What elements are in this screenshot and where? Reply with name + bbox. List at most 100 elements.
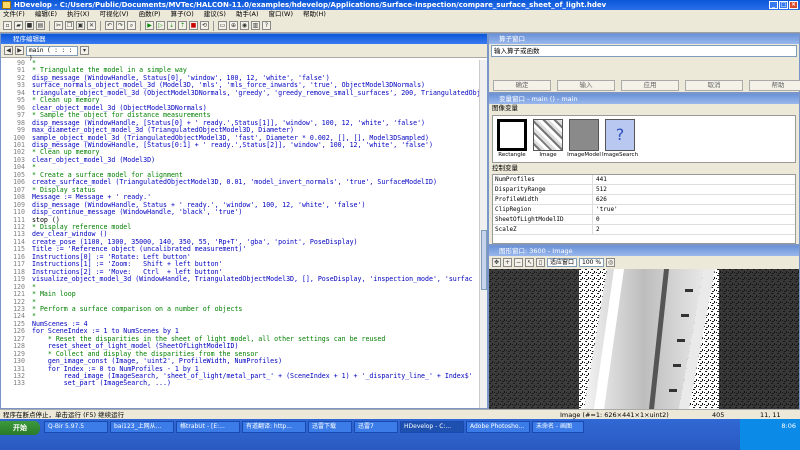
help-icon[interactable]: ?	[262, 21, 271, 30]
ctrl-var-row[interactable]: ProfileWidth 626	[493, 195, 795, 205]
delete-icon[interactable]: ✕	[87, 21, 96, 30]
move-icon[interactable]: ✥	[492, 258, 501, 267]
code-line[interactable]: 123 * Perform a surface comparison on a n…	[1, 305, 479, 313]
step-over-icon[interactable]: ▷	[156, 21, 165, 30]
run-icon[interactable]: ▶	[145, 21, 154, 30]
code-area[interactable]: 90 * 91 * Triangulate the model in a simple…	[1, 60, 479, 408]
taskbar-item[interactable]: 格trabUt - [E:...	[176, 421, 240, 433]
print-icon[interactable]: ▤	[36, 21, 45, 30]
procedure-select[interactable]: main ( : : : )	[26, 45, 78, 62]
graphics-window-icon[interactable]: ▭	[218, 21, 227, 30]
apply-button[interactable]: 应用	[621, 80, 679, 91]
redo-icon[interactable]: ↷	[116, 21, 125, 30]
code-text: * Main loop	[32, 290, 76, 299]
status-bar: 程序在断点停止，单击运行 (F5) 继续运行 Image (#=1: 626×4…	[0, 409, 800, 419]
taskbar-item[interactable]: 迅雷下载	[308, 421, 352, 433]
editor-scroll-thumb[interactable]	[481, 230, 487, 290]
save-icon[interactable]: ■	[25, 21, 34, 30]
window-title: HDevelop - C:/Users/Public/Documents/MVT…	[14, 1, 607, 9]
menu-visualize[interactable]: 可视化(V)	[100, 10, 129, 19]
variable-window: 变量窗口 - main () - main 图像变量 Rectangle Ima…	[488, 93, 800, 245]
taskbar-item[interactable]: 未命名 - 画图	[532, 421, 584, 433]
view-mode-select[interactable]: 适应窗口	[547, 258, 578, 267]
image-canvas[interactable]	[489, 269, 799, 409]
histogram-icon[interactable]: ▥	[251, 21, 260, 30]
menu-window[interactable]: 窗口(W)	[269, 10, 294, 19]
new-file-icon[interactable]: ▫	[3, 21, 12, 30]
code-text: visualize_object_model_3d (WindowHandle,…	[32, 275, 473, 284]
taskbar-item[interactable]: bai123_上网从...	[110, 421, 174, 433]
stop-icon[interactable]: ■	[189, 21, 198, 30]
operator-input[interactable]: 输入算子或函数	[491, 45, 797, 57]
code-line[interactable]: 133 set_part (ImageSearch, ...)	[1, 380, 479, 388]
pointer-icon[interactable]: ↖	[525, 258, 534, 267]
code-text: disp_continue_message (WindowHandle, 'bl…	[32, 208, 243, 217]
iconic-var-image[interactable]: Image	[532, 119, 564, 159]
help-button[interactable]: 帮助	[749, 80, 800, 91]
ctrl-var-row[interactable]: SheetOfLightModelID 0	[493, 215, 795, 225]
copy-icon[interactable]: ❐	[65, 21, 74, 30]
step-out-icon[interactable]: ⇡	[178, 21, 187, 30]
variable-window-title: 变量窗口 - main () - main	[489, 94, 799, 104]
clear-window-icon[interactable]: ▯	[536, 258, 545, 267]
start-button[interactable]: 开始	[0, 421, 40, 435]
taskbar-item[interactable]: 迅雷7	[354, 421, 398, 433]
menu-suggestions[interactable]: 建议(S)	[204, 10, 226, 19]
reset-program-icon[interactable]: ⟲	[200, 21, 209, 30]
cancel-button[interactable]: 取消	[685, 80, 743, 91]
find-icon[interactable]: ⌕	[127, 21, 136, 30]
ctrl-var-row[interactable]: DisparityRange 512	[493, 185, 795, 195]
editor-back-icon[interactable]: ◀	[4, 46, 13, 55]
taskbar-item[interactable]: 有道翻译: http...	[242, 421, 306, 433]
paste-icon[interactable]: ▣	[76, 21, 85, 30]
ctrl-var-row[interactable]: ScaleZ 2	[493, 225, 795, 235]
maximize-button[interactable]: □	[779, 1, 788, 9]
system-tray: 8:06	[740, 419, 800, 450]
menu-file[interactable]: 文件(F)	[3, 10, 25, 19]
taskbar-item[interactable]: Q-Bir 5.97.5	[44, 421, 108, 433]
inspect-image-icon[interactable]: ◎	[606, 258, 616, 267]
iconic-var-rectangle[interactable]: Rectangle	[496, 119, 528, 159]
close-button[interactable]: ×	[789, 1, 798, 9]
ctrl-var-row[interactable]: ClipRegion'true'	[493, 205, 795, 215]
zoom-window-icon[interactable]: ⊕	[229, 21, 238, 30]
editor-scrollbar[interactable]	[479, 60, 487, 408]
code-line[interactable]: 110 disp_continue_message (WindowHandle, …	[1, 208, 479, 217]
menu-functions[interactable]: 函数(P)	[139, 10, 161, 19]
taskbar-item[interactable]: Adobe Photosho...	[466, 421, 530, 433]
minimize-button[interactable]: _	[769, 1, 778, 9]
graphics-window-title: 图形窗口: 3600 - Image	[489, 246, 799, 256]
control-vars-table: NumProfiles 441 DisparityRange 512 Profile…	[492, 174, 796, 244]
open-folder-icon[interactable]: ▰	[14, 21, 23, 30]
inspect-icon[interactable]: ◉	[240, 21, 249, 30]
menu-execute[interactable]: 执行(X)	[67, 10, 90, 19]
menu-edit[interactable]: 编辑(E)	[35, 10, 57, 19]
control-vars-heading: 控制变量	[492, 164, 518, 172]
iconic-var-imagemodel[interactable]: ImageModel	[567, 119, 601, 159]
main-toolbar: ▫ ▰ ■ ▤ ✂ ❐ ▣ ✕ ↶ ↷ ⌕ ▶ ▷ ⇣ ⇡ ■ ⟲ ▭ ⊕ ◉ …	[0, 19, 800, 33]
step-into-icon[interactable]: ⇣	[167, 21, 176, 30]
graphics-window: 图形窗口: 3600 - Image ✥ + − ↖ ▯ 适应窗口 100 % …	[488, 245, 800, 409]
menu-assistants[interactable]: 助手(A)	[236, 10, 259, 19]
operator-window-title: 算子窗口	[489, 34, 799, 44]
menu-operators[interactable]: 算子(O)	[171, 10, 194, 19]
zoom-in-icon[interactable]: +	[503, 258, 512, 267]
program-editor: 程序编辑器 ◀ ▶ main ( : : : ) ▾ 90 * 91 * Triang…	[0, 33, 488, 409]
taskbar-item-active[interactable]: HDevelop - C:...	[400, 421, 464, 433]
iconic-vars-heading: 图像变量	[492, 104, 518, 112]
enter-button[interactable]: 输入	[557, 80, 615, 91]
cut-icon[interactable]: ✂	[54, 21, 63, 30]
code-line[interactable]: 121 * Main loop	[1, 290, 479, 299]
ok-button[interactable]: 确定	[493, 80, 551, 91]
ctrl-var-row[interactable]: NumProfiles 441	[493, 175, 795, 185]
code-line[interactable]: 103 clear_object_model_3d (Model3D)	[1, 156, 479, 164]
procedure-dropdown-icon[interactable]: ▾	[80, 46, 89, 55]
code-line[interactable]: 119 visualize_object_model_3d (WindowHand…	[1, 275, 479, 284]
iconic-vars-list: Rectangle Image ImageModel ? ImageSearch	[492, 115, 796, 163]
undo-icon[interactable]: ↶	[105, 21, 114, 30]
zoom-out-icon[interactable]: −	[514, 258, 523, 267]
zoom-select[interactable]: 100 %	[579, 258, 605, 267]
editor-forward-icon[interactable]: ▶	[15, 46, 24, 55]
iconic-var-imagesearch[interactable]: ? ImageSearch	[602, 119, 638, 159]
menu-help[interactable]: 帮助(H)	[303, 10, 326, 19]
